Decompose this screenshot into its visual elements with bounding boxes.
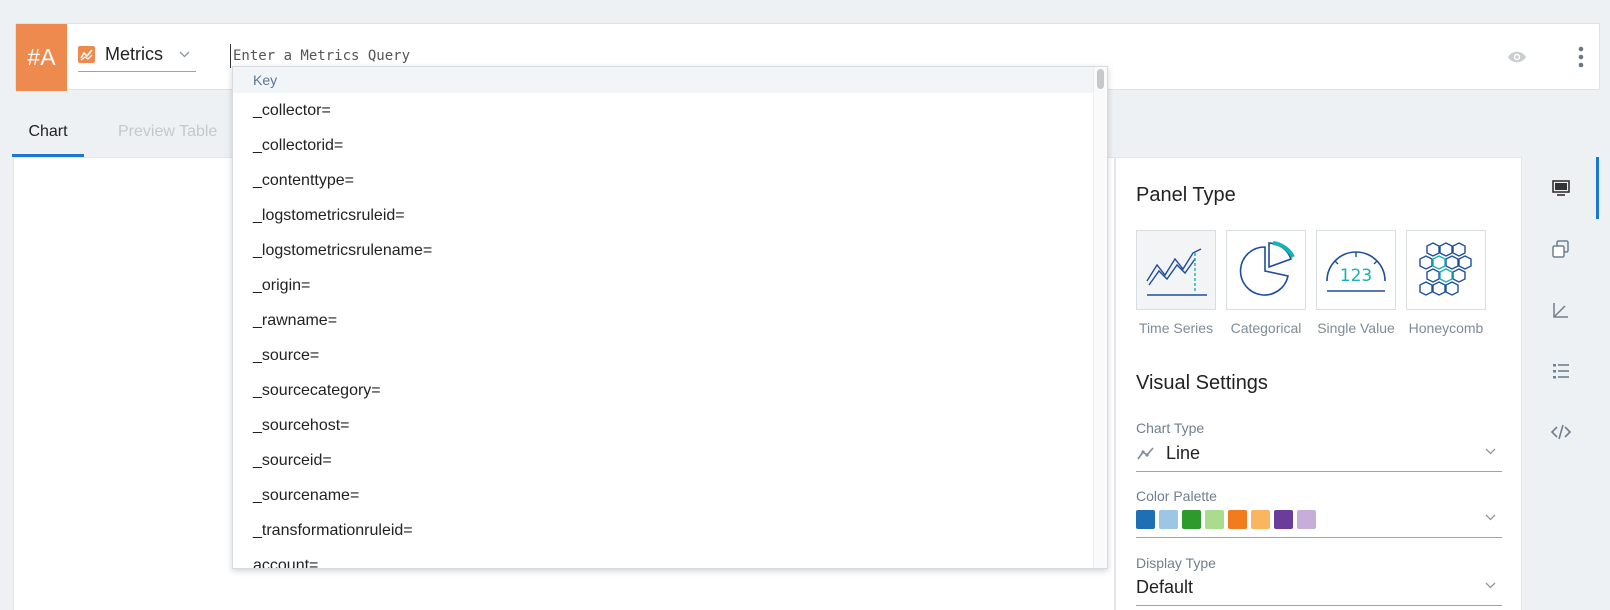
color-swatch xyxy=(1205,510,1224,529)
chart-type-label: Chart Type xyxy=(1136,420,1205,436)
color-swatch xyxy=(1159,510,1178,529)
chevron-down-icon xyxy=(1485,448,1496,455)
panel-type-label: Single Value xyxy=(1317,320,1395,336)
color-swatch xyxy=(1182,510,1201,529)
query-row-badge[interactable]: #A xyxy=(16,24,67,91)
autocomplete-item[interactable]: _collectorid= xyxy=(233,128,1093,163)
autocomplete-item[interactable]: _source= xyxy=(233,338,1093,373)
settings-panel: Panel Type 123 Time Series Categorical S… xyxy=(1115,157,1522,610)
rail-active-indicator xyxy=(1596,157,1599,219)
color-swatch xyxy=(1228,510,1247,529)
autocomplete-dropdown: Key _collector= _collectorid= _contentty… xyxy=(232,66,1108,569)
display-type-select[interactable]: Default xyxy=(1136,570,1502,606)
honeycomb-icon xyxy=(1419,242,1472,296)
panel-type-time-series[interactable] xyxy=(1136,230,1216,310)
color-swatch xyxy=(1274,510,1293,529)
chart-type-value: Line xyxy=(1166,443,1201,463)
copy-icon[interactable] xyxy=(1550,238,1572,260)
panel-type-categorical[interactable] xyxy=(1226,230,1306,310)
line-chart-icon xyxy=(1137,446,1154,459)
tab-chart[interactable]: Chart xyxy=(12,113,84,157)
axes-icon[interactable] xyxy=(1550,299,1572,321)
pie-chart-icon xyxy=(1239,241,1295,296)
display-type-label: Display Type xyxy=(1136,555,1216,571)
display-type-value: Default xyxy=(1136,577,1194,597)
chevron-down-icon xyxy=(1485,582,1496,589)
query-type-dropdown[interactable]: Metrics xyxy=(78,38,196,72)
autocomplete-item[interactable]: _logstometricsruleid= xyxy=(233,198,1093,233)
chevron-down-icon xyxy=(179,51,190,58)
color-palette-select[interactable] xyxy=(1136,502,1502,538)
tab-preview-table[interactable]: Preview Table xyxy=(118,113,238,157)
panel-type-single-value[interactable]: 123 xyxy=(1316,230,1396,310)
autocomplete-item[interactable]: _logstometricsrulename= xyxy=(233,233,1093,268)
autocomplete-item[interactable]: _transformationruleid= xyxy=(233,513,1093,548)
more-vertical-icon[interactable] xyxy=(1576,44,1586,70)
monitor-icon[interactable] xyxy=(1550,177,1572,199)
panel-type-title: Panel Type xyxy=(1136,184,1236,206)
visual-settings-title: Visual Settings xyxy=(1136,372,1268,394)
autocomplete-item[interactable]: _contenttype= xyxy=(233,163,1093,198)
chevron-down-icon xyxy=(1485,514,1496,521)
autocomplete-item[interactable]: _sourcename= xyxy=(233,478,1093,513)
color-swatch xyxy=(1136,510,1155,529)
autocomplete-item[interactable]: _sourcehost= xyxy=(233,408,1093,443)
color-swatch xyxy=(1297,510,1316,529)
autocomplete-item[interactable]: _rawname= xyxy=(233,303,1093,338)
chart-type-select[interactable]: Line xyxy=(1136,436,1502,472)
gauge-icon: 123 xyxy=(1326,251,1386,292)
autocomplete-item[interactable]: _sourceid= xyxy=(233,443,1093,478)
eye-icon[interactable] xyxy=(1506,46,1528,68)
autocomplete-item[interactable]: _collector= xyxy=(233,93,1093,128)
time-series-icon xyxy=(1146,248,1207,296)
metrics-chart-icon xyxy=(78,46,95,63)
color-swatch xyxy=(1251,510,1270,529)
autocomplete-header: Key xyxy=(233,67,1093,93)
code-icon[interactable] xyxy=(1550,421,1572,443)
color-swatches xyxy=(1136,510,1320,529)
query-type-label: Metrics xyxy=(105,44,163,64)
metrics-query-input[interactable] xyxy=(230,44,930,68)
panel-type-honeycomb[interactable] xyxy=(1406,230,1486,310)
panel-type-label: Time Series xyxy=(1138,320,1214,336)
autocomplete-item[interactable]: _sourcecategory= xyxy=(233,373,1093,408)
panel-type-label: Honeycomb xyxy=(1408,320,1484,336)
panel-type-label: Categorical xyxy=(1230,320,1302,336)
list-icon[interactable] xyxy=(1550,360,1572,382)
scrollbar-thumb[interactable] xyxy=(1097,69,1104,89)
settings-side-rail xyxy=(1522,157,1600,610)
autocomplete-item[interactable]: account= xyxy=(233,548,1093,568)
svg-text:123: 123 xyxy=(1340,266,1372,286)
autocomplete-item[interactable]: _origin= xyxy=(233,268,1093,303)
dropdown-scrollbar[interactable] xyxy=(1093,67,1107,568)
